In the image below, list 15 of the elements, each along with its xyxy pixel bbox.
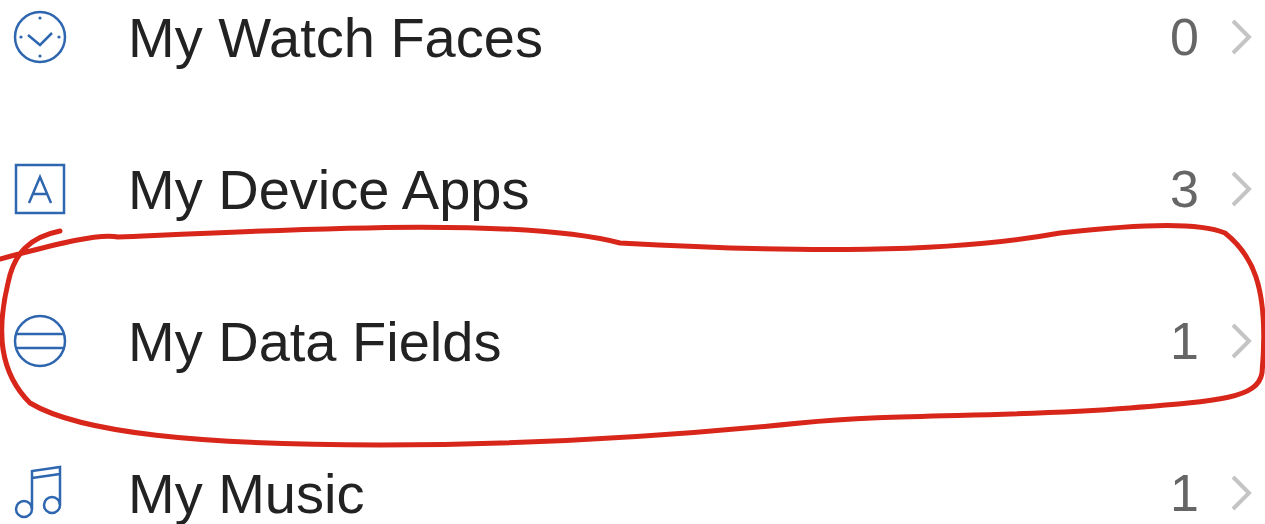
item-count: 0 — [1170, 7, 1199, 67]
chevron-icon — [1229, 473, 1253, 513]
clock-icon — [12, 9, 68, 65]
letter-box-icon — [12, 161, 68, 217]
item-count: 1 — [1170, 463, 1199, 523]
item-label: My Device Apps — [128, 156, 531, 222]
item-label: My Data Fields — [128, 308, 503, 374]
chevron-icon — [1229, 321, 1253, 361]
chevron-icon — [1229, 169, 1253, 209]
striped-circle-icon — [12, 313, 68, 369]
item-label: My Music — [128, 460, 366, 524]
chevron-icon — [1229, 17, 1253, 57]
item-count: 1 — [1170, 311, 1199, 371]
item-count: 3 — [1170, 159, 1199, 219]
item-label: My Watch Faces — [128, 4, 544, 70]
